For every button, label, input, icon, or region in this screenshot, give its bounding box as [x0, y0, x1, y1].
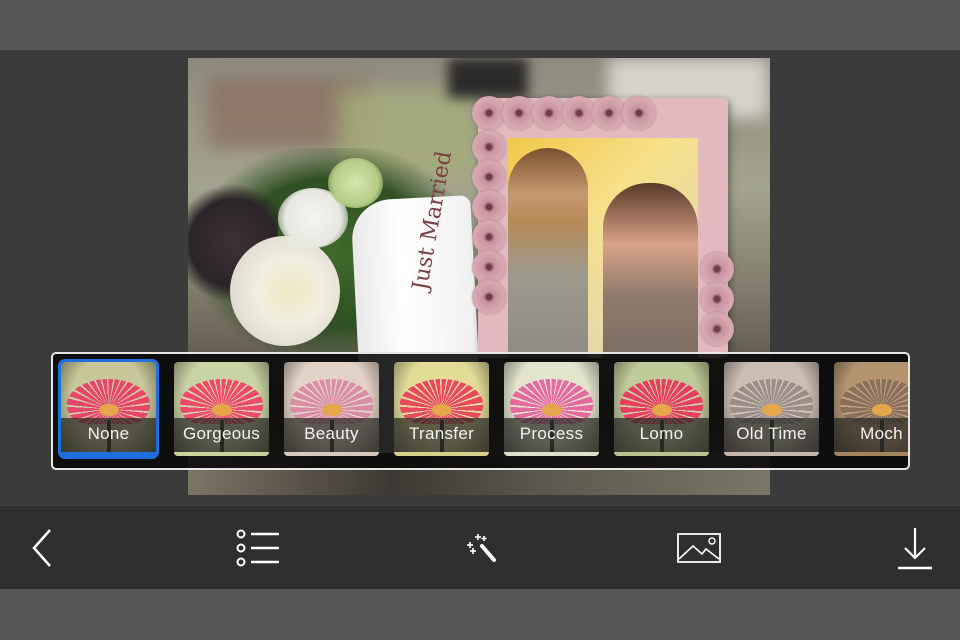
- filter-underline: [614, 452, 709, 456]
- filter-label: Old Time: [736, 424, 807, 443]
- filter-option-gorgeous[interactable]: Gorgeous: [174, 362, 269, 456]
- filter-label: None: [87, 424, 130, 443]
- pink-flower-icon: [700, 312, 734, 346]
- filter-option-beauty[interactable]: Beauty: [284, 362, 379, 456]
- pink-flower-icon: [472, 220, 506, 254]
- frame-flowers-right: [700, 252, 734, 346]
- pink-flower-icon: [472, 190, 506, 224]
- photo-background-blur: [448, 58, 528, 98]
- filter-option-moch[interactable]: Moch: [834, 362, 908, 456]
- filter-option-process[interactable]: Process: [504, 362, 599, 456]
- pink-flower-icon: [472, 130, 506, 164]
- flower-center: [212, 404, 232, 416]
- bottom-bar: [0, 589, 960, 640]
- pink-photo-frame[interactable]: [478, 98, 728, 358]
- flower-center: [322, 404, 342, 416]
- woman-figure: [603, 183, 698, 358]
- filter-option-transfer[interactable]: Transfer: [394, 362, 489, 456]
- pink-flower-icon: [532, 96, 566, 130]
- flower-thumbnail-icon: [289, 379, 374, 424]
- filter-underline: [174, 452, 269, 456]
- flower-thumbnail-icon: [399, 379, 484, 424]
- filter-underline: [834, 452, 908, 456]
- white-rose: [230, 236, 340, 346]
- flower-center: [652, 404, 672, 416]
- magic-wand-icon: [467, 534, 496, 562]
- pink-flower-icon: [472, 250, 506, 284]
- chevron-left-icon: [32, 529, 51, 567]
- top-bar: [0, 0, 960, 50]
- flower-thumbnail-icon: [619, 379, 704, 424]
- image-icon: [677, 533, 721, 563]
- filter-label: Transfer: [408, 424, 475, 443]
- pink-flower-icon: [562, 96, 596, 130]
- filter-label: Lomo: [639, 424, 684, 443]
- bottom-toolbar: [0, 505, 960, 590]
- pink-flower-icon: [700, 282, 734, 316]
- filter-label: Process: [519, 424, 584, 443]
- pink-flower-icon: [502, 96, 536, 130]
- pink-flower-icon: [472, 160, 506, 194]
- filter-option-old-time[interactable]: Old Time: [724, 362, 819, 456]
- download-icon: [898, 528, 932, 570]
- filter-underline: [724, 452, 819, 456]
- filter-label: Moch: [860, 424, 903, 443]
- effects-button[interactable]: [445, 506, 515, 590]
- pink-flower-icon: [622, 96, 656, 130]
- flower-thumbnail-icon: [66, 379, 151, 424]
- list-icon: [236, 529, 279, 567]
- list-button[interactable]: [224, 506, 294, 590]
- filter-underline: [61, 452, 156, 456]
- filter-label: Gorgeous: [182, 424, 261, 443]
- green-bud: [328, 158, 383, 208]
- pink-flower-icon: [700, 252, 734, 286]
- filter-underline: [504, 452, 599, 456]
- filter-option-lomo[interactable]: Lomo: [614, 362, 709, 456]
- filter-underline: [394, 452, 489, 456]
- flower-center: [542, 404, 562, 416]
- flower-thumbnail-icon: [179, 379, 264, 424]
- pink-flower-icon: [472, 96, 506, 130]
- pink-flower-icon: [592, 96, 626, 130]
- flower-center: [432, 404, 452, 416]
- flower-center: [762, 404, 782, 416]
- back-button[interactable]: [8, 506, 78, 590]
- flower-thumbnail-icon: [839, 379, 908, 424]
- save-button[interactable]: [880, 506, 950, 590]
- flower-thumbnail-icon: [509, 379, 594, 424]
- background-button[interactable]: [664, 506, 734, 590]
- frame-flowers-left: [472, 130, 506, 314]
- flower-center: [99, 404, 119, 416]
- man-figure: [508, 148, 588, 358]
- filter-label: Beauty: [304, 424, 359, 443]
- filter-strip[interactable]: None Gorgeous Beauty Transfer Process Lomo Old…: [51, 352, 910, 470]
- frame-flowers-top: [472, 96, 656, 130]
- filter-underline: [284, 452, 379, 456]
- framed-couple-photo: [508, 138, 698, 358]
- pink-flower-icon: [472, 280, 506, 314]
- flower-center: [872, 404, 892, 416]
- flower-thumbnail-icon: [729, 379, 814, 424]
- filter-option-none[interactable]: None: [61, 362, 156, 456]
